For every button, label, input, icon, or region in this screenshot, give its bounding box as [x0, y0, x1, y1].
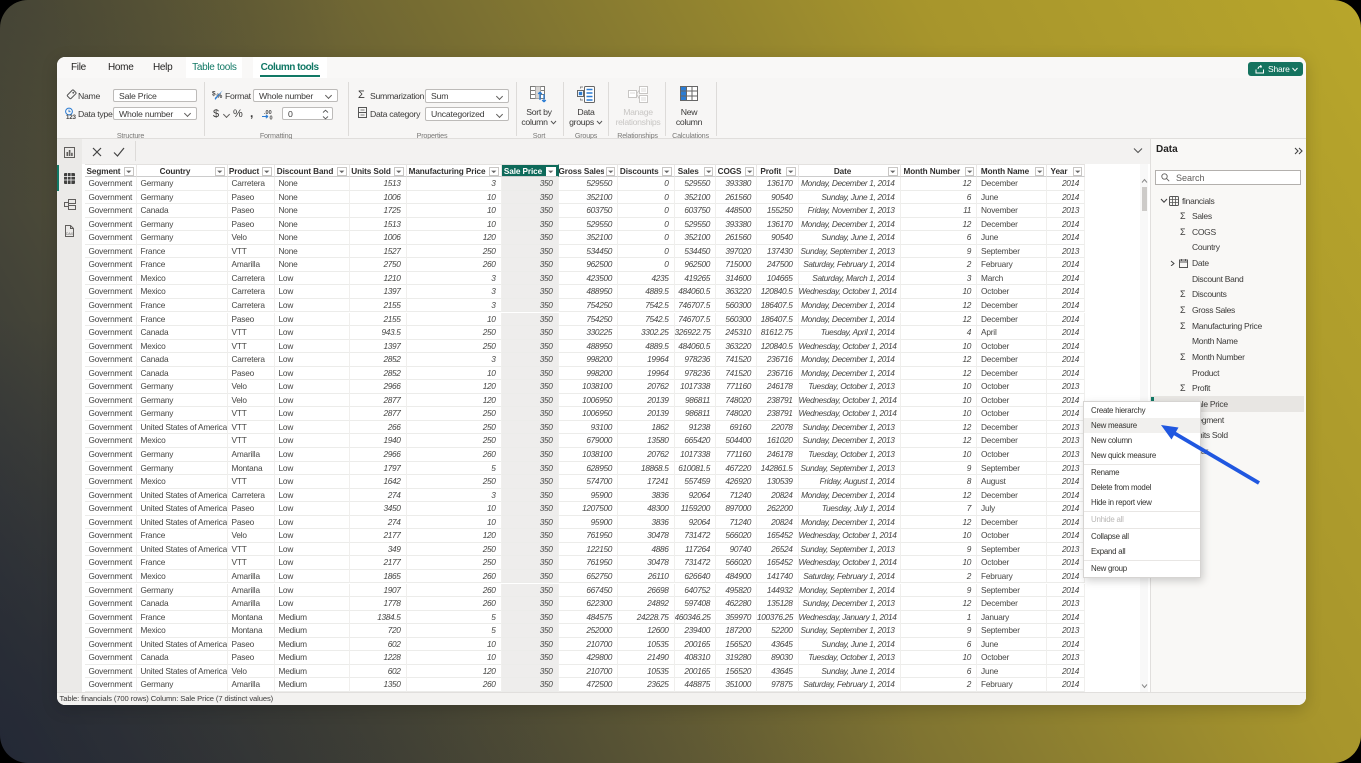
svg-text:$: $: [212, 91, 216, 98]
svg-text:0: 0: [270, 116, 273, 121]
svg-text:DAX: DAX: [66, 232, 74, 236]
svg-text:123: 123: [66, 115, 77, 120]
